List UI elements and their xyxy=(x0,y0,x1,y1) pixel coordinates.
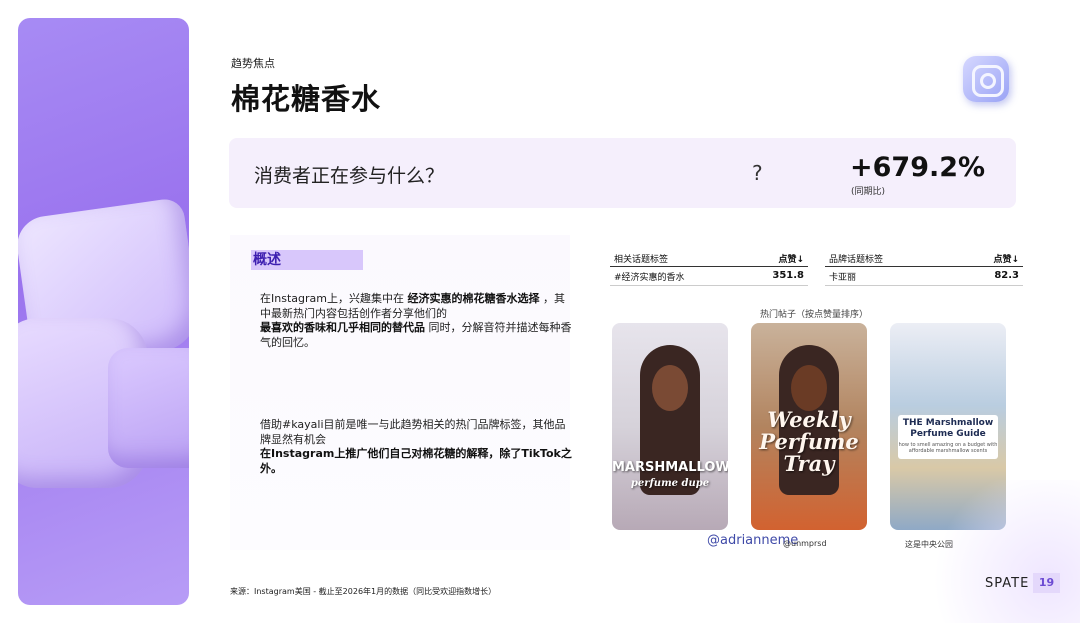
post-thumbnail-1[interactable]: MARSHMALLOW perfume dupe xyxy=(612,323,728,530)
table-header: 相关话题标签 点赞↓ xyxy=(610,252,808,267)
overview-paragraph-1: 在Instagram上，兴趣集中在 经济实惠的棉花糖香水选择 ，其中最新热门内容… xyxy=(260,292,575,350)
growth-note: (同期比) xyxy=(851,187,886,197)
overview-tag: 概述 xyxy=(251,250,363,270)
source-note: 来源：Instagram美国 - 截止至2026年1月的数据（同比受欢迎指数增长… xyxy=(230,587,497,596)
posts-caption: 热门帖子（按点赞量排序） xyxy=(760,310,869,320)
growth-value: +679.2% xyxy=(850,152,986,183)
table-row: 卡亚丽 82.3 xyxy=(825,267,1023,286)
page-number: 19 xyxy=(1033,573,1060,593)
sort-likes-button[interactable]: 点赞↓ xyxy=(993,252,1019,266)
face xyxy=(652,365,688,411)
likes-value: 351.8 xyxy=(772,270,804,281)
highlight: 最喜欢的香味和几乎相同的替代品 xyxy=(260,321,425,334)
overview-paragraph-2: 借助#kayali目前是唯一与此趋势相关的热门品牌标签，其他品牌显然有机会 在I… xyxy=(260,418,575,476)
instagram-icon xyxy=(963,56,1009,102)
guide-card: THE Marshmallow Perfume Guide how to sme… xyxy=(898,415,998,459)
highlight: 在Instagram上推广他们自己对棉花糖的解释，除了TikTok之外。 xyxy=(260,447,572,475)
banner-question: 消费者正在参与什么？ xyxy=(254,165,445,187)
table-row: #经济实惠的香水 351.8 xyxy=(610,267,808,286)
table-header: 品牌话题标签 点赞↓ xyxy=(825,252,1023,267)
post-thumbnail-2[interactable]: Weekly Perfume Tray xyxy=(751,323,867,530)
hero-image xyxy=(18,18,189,605)
page-title: 棉花糖香水 xyxy=(231,82,382,116)
marshmallow-shape xyxy=(108,348,189,468)
related-hashtags-table: 相关话题标签 点赞↓ #经济实惠的香水 351.8 xyxy=(610,252,808,286)
card-subtitle: how to smell amazing on a budget with af… xyxy=(898,442,998,454)
card-title: THE Marshmallow Perfume Guide xyxy=(902,418,994,439)
highlight: 经济实惠的棉花糖香水选择 xyxy=(407,292,540,305)
text: 在Instagram上，兴趣集中在 xyxy=(260,292,408,305)
overview-panel xyxy=(230,235,570,550)
face xyxy=(791,365,827,411)
overlay-title: MARSHMALLOW xyxy=(612,460,728,475)
overlay-subtitle: perfume dupe xyxy=(630,478,710,489)
instagram-lens xyxy=(980,73,996,89)
text: 借助#kayali目前是唯一与此趋势相关的热门品牌标签，其他品牌显然有机会 xyxy=(260,418,566,446)
likes-value: 82.3 xyxy=(994,270,1019,281)
hashtag: #经济实惠的香水 xyxy=(614,273,685,283)
decorative-glow xyxy=(920,480,1080,623)
sort-likes-button[interactable]: 点赞↓ xyxy=(778,252,804,266)
brand-logo: SPATE xyxy=(985,576,1030,591)
column-label: 品牌话题标签 xyxy=(829,255,884,265)
stat-banner: 消费者正在参与什么？ ? +679.2% (同期比) xyxy=(229,138,1016,208)
overlay-title: Weekly Perfume Tray xyxy=(759,407,859,476)
hashtag: 卡亚丽 xyxy=(829,273,857,283)
question-mark-icon: ? xyxy=(752,161,763,185)
brand-hashtags-table: 品牌话题标签 点赞↓ 卡亚丽 82.3 xyxy=(825,252,1023,286)
post-handle-2[interactable]: @unmprsd xyxy=(783,539,827,548)
column-label: 相关话题标签 xyxy=(614,255,669,265)
eyebrow-label: 趋势焦点 xyxy=(231,57,275,70)
